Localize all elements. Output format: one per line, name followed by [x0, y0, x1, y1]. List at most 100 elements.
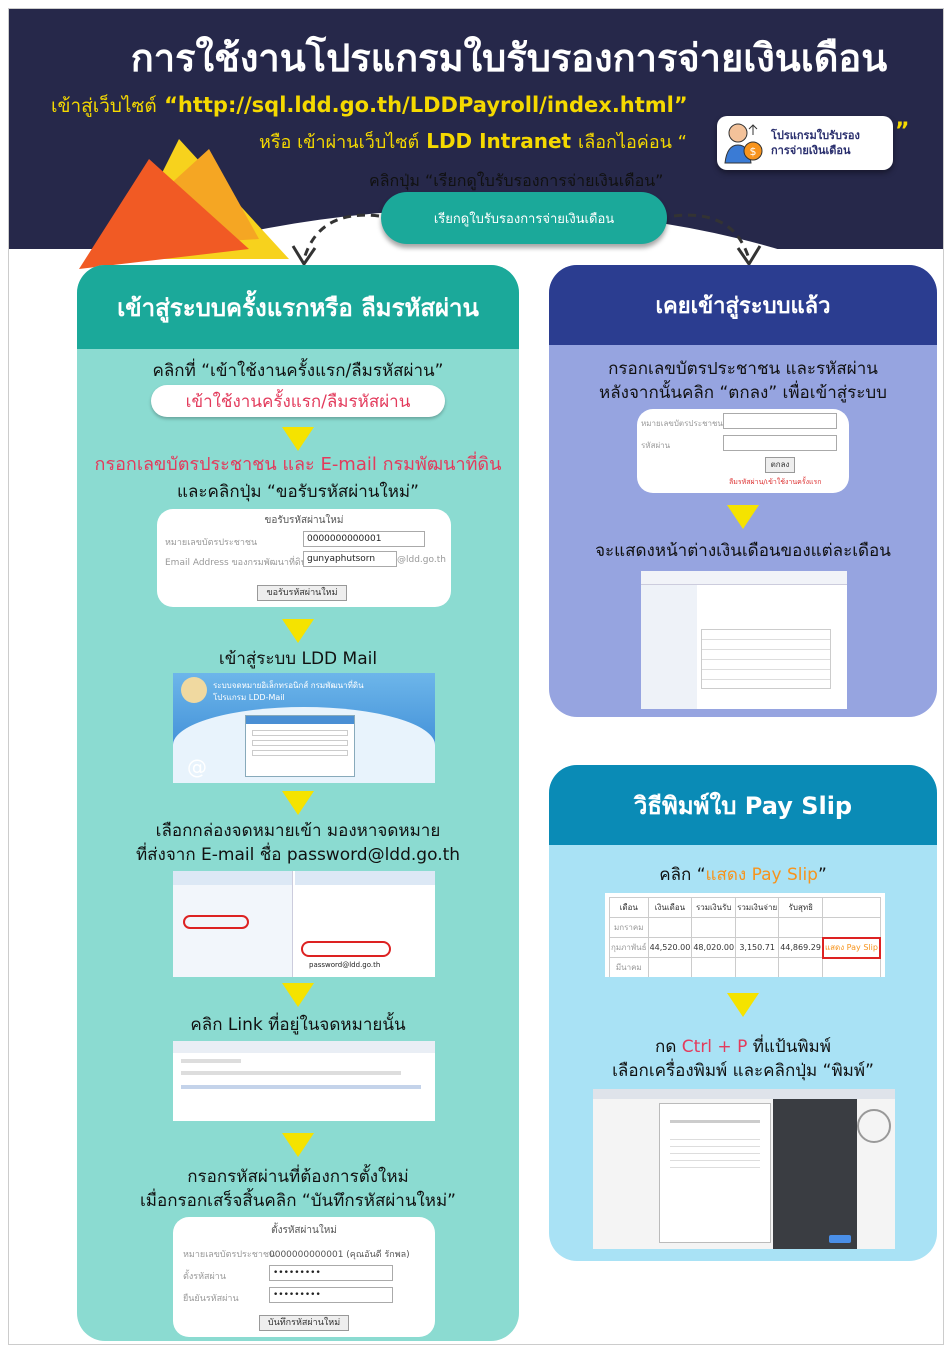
table-header: เงินเดือน [647, 897, 693, 918]
table-cell: มีนาคม [609, 957, 649, 977]
left-step2-red: กรอกเลขบัตรประชาชน และ E-mail กรมพัฒนาที… [94, 454, 502, 475]
table-row: มกราคม [609, 917, 881, 938]
first-login-heading: เข้าสู่ระบบครั้งแรกหรือ ลืมรหัสผ่าน [77, 265, 519, 349]
print-dialog-screenshot [593, 1089, 895, 1249]
table-header: รับสุทธิ [778, 897, 824, 918]
table-cell: มกราคม [609, 917, 649, 938]
url-prefix: เข้าสู่เว็บไซต์ [51, 95, 157, 117]
payslip-table: เดือน เงินเดือน รวมเงินรับ รวมเงินจ่าย ร… [609, 897, 882, 977]
right-step1-text1: กรอกเลขบัตรประชาชน และรหัสผ่าน [608, 359, 878, 379]
table-cell [691, 957, 737, 977]
table-cell: 44,520.00 [647, 937, 693, 958]
seal-icon [857, 1109, 891, 1143]
left-step2-text: และคลิกปุ่ม “ขอรับรหัสผ่านใหม่” [177, 482, 419, 502]
print-step2-keys: Ctrl + P [681, 1037, 748, 1057]
down-arrow-icon [727, 993, 759, 1017]
inbox-sender[interactable]: password@ldd.go.th [309, 961, 380, 969]
url-line: เข้าสู่เว็บไซต์ “http://sql.ldd.go.th/LD… [51, 91, 688, 121]
form2-id-value: 0000000000001 (คุณอันดี รักพล) [269, 1250, 410, 1260]
print-step1: คลิก “แสดง Pay Slip” [549, 863, 937, 887]
first-login-button[interactable]: เข้าใช้งานครั้งแรก/ลืมรหัสผ่าน [151, 385, 445, 417]
svg-text:$: $ [750, 145, 757, 158]
email-link-screenshot [173, 1041, 435, 1121]
print-step2-prefix: กด [655, 1037, 682, 1057]
save-password-button[interactable]: บันทึกรหัสผ่านใหม่ [259, 1315, 349, 1331]
at-sign-icon: @ [187, 755, 207, 779]
mail-folder-pane [173, 871, 293, 977]
form1-email-label: Email Address ของกรมพัฒนาที่ดิน [165, 558, 307, 568]
table-cell: กุมภาพันธ์ [609, 937, 649, 958]
form2-pw-input[interactable]: ••••••••• [269, 1265, 393, 1281]
dashed-arrow-right-icon [673, 213, 762, 267]
form1-email-input[interactable]: gunyaphutsorn [303, 551, 397, 567]
table-cell [647, 957, 693, 977]
left-step6-text1: กรอกรหัสผ่านที่ต้องการตั้งใหม่ [187, 1167, 409, 1187]
icon-label-1: โปรแกรมใบรับรอง [771, 129, 860, 142]
inbox-screenshot: password@ldd.go.th [173, 871, 435, 977]
login-id-input[interactable] [723, 413, 837, 429]
login-form: หมายเลขบัตรประชาชน รหัสผ่าน ตกลง ลืมรหัส… [637, 409, 849, 493]
print-step2-suffix: ที่แป้นพิมพ์ [747, 1037, 831, 1057]
inbox-highlight[interactable] [183, 915, 249, 929]
left-step4-text1: เลือกกล่องจดหมายเข้า มองหาจดหมาย [155, 821, 441, 841]
print-step1-prefix: คลิก “ [659, 865, 706, 885]
payroll-url[interactable]: “http://sql.ldd.go.th/LDDPayroll/index.h… [164, 93, 688, 117]
ldd-logo-icon [181, 677, 207, 703]
intranet-line: หรือ เข้าผ่านเว็บไซต์ LDD Intranet เลือก… [259, 127, 687, 156]
reset-link[interactable] [181, 1085, 421, 1089]
set-password-form: ตั้งรหัสผ่านใหม่ หมายเลขบัตรประชาชน 0000… [173, 1217, 435, 1337]
left-step6-text2: เมื่อกรอกเสร็จสิ้นคลิก “บันทึกรหัสผ่านให… [140, 1191, 456, 1211]
main-click-instruction: คลิกปุ่ม “เรียกดูใบรับรองการจ่ายเงินเดือ… [369, 171, 664, 190]
print-step3: เลือกเครื่องพิมพ์ และคลิกปุ่ม “พิมพ์” [612, 1061, 874, 1081]
salary-table-thumb [701, 629, 831, 689]
payslip-table-screenshot: เดือน เงินเดือน รวมเงินรับ รวมเงินจ่าย ร… [605, 893, 885, 977]
table-row: มีนาคม [609, 957, 881, 977]
payroll-program-icon[interactable]: $ โปรแกรมใบรับรอง การจ่ายเงินเดือน [717, 116, 893, 170]
table-cell: 3,150.71 [735, 937, 780, 958]
down-arrow-icon [282, 427, 314, 451]
left-step4-text2: ที่ส่งจาก E-mail ชื่อ password@ldd.go.th [135, 845, 461, 865]
forgot-password-link[interactable]: ลืมรหัสผ่าน/เข้าใช้งานครั้งแรก [729, 477, 822, 488]
login-submit-button[interactable]: ตกลง [765, 457, 795, 473]
print-button[interactable] [829, 1235, 851, 1243]
view-payroll-button[interactable]: เรียกดูใบรับรองการจ่ายเงินเดือน [381, 192, 667, 244]
table-cell [822, 917, 881, 938]
form1-email-domain: @ldd.go.th [397, 555, 446, 565]
quote-end: ” [895, 119, 910, 144]
login-pw-label: รหัสผ่าน [641, 441, 671, 450]
mail-login-box [245, 715, 355, 777]
ldd-mail-screenshot: ระบบจดหมายอิเล็กทรอนิกส์ กรมพัฒนาที่ดิน … [173, 673, 435, 783]
form2-confirm-label: ยืนยันรหัสผ่าน [183, 1294, 239, 1304]
form1-id-input[interactable]: 0000000000001 [303, 531, 425, 547]
form1-title: ขอรับรหัสผ่านใหม่ [264, 515, 344, 526]
page-title: การใช้งานโปรแกรมใบรับรองการจ่ายเงินเดือน [130, 36, 888, 80]
down-arrow-icon [282, 983, 314, 1007]
form1-id-label: หมายเลขบัตรประชาชน [165, 538, 258, 548]
form2-confirm-input[interactable]: ••••••••• [269, 1287, 393, 1303]
right-step2-text: จะแสดงหน้าต่างเงินเดือนของแต่ละเดือน [595, 541, 891, 561]
show-payslip-button[interactable]: แสดง Pay Slip [821, 936, 882, 959]
table-cell [778, 917, 824, 938]
existing-user-panel: เคยเข้าสู่ระบบแล้ว กรอกเลขบัตรประชาชน แล… [549, 265, 937, 717]
table-row: กุมภาพันธ์ 44,520.00 48,020.00 3,150.71 … [609, 936, 882, 959]
salary-window-screenshot [641, 571, 847, 709]
print-preview-page [659, 1103, 771, 1243]
request-password-button[interactable]: ขอรับรหัสผ่านใหม่ [257, 585, 347, 601]
table-header-row: เดือน เงินเดือน รวมเงินรับ รวมเงินจ่าย ร… [609, 897, 881, 918]
first-login-panel: เข้าสู่ระบบครั้งแรกหรือ ลืมรหัสผ่าน คลิก… [77, 265, 519, 1341]
print-step1-highlight: แสดง Pay Slip [705, 865, 818, 885]
print-step1-suffix: ” [817, 865, 827, 885]
intranet-site: LDD Intranet [426, 129, 572, 153]
table-cell: 44,869.29 [778, 937, 824, 958]
print-payslip-heading: วิธีพิมพ์ใบ Pay Slip [549, 765, 937, 845]
table-cell [778, 957, 824, 977]
table-cell [647, 917, 693, 938]
form2-title: ตั้งรหัสผ่านใหม่ [271, 1225, 337, 1236]
password-mail-highlight[interactable] [301, 941, 391, 957]
table-header [822, 897, 881, 918]
infographic: การใช้งานโปรแกรมใบรับรองการจ่ายเงินเดือน… [8, 8, 944, 1345]
login-pw-input[interactable] [723, 435, 837, 451]
left-step5-text: คลิก Link ที่อยู่ในจดหมายนั้น [190, 1015, 406, 1035]
form2-id-label: หมายเลขบัตรประชาชน [183, 1250, 276, 1260]
table-cell [691, 917, 737, 938]
